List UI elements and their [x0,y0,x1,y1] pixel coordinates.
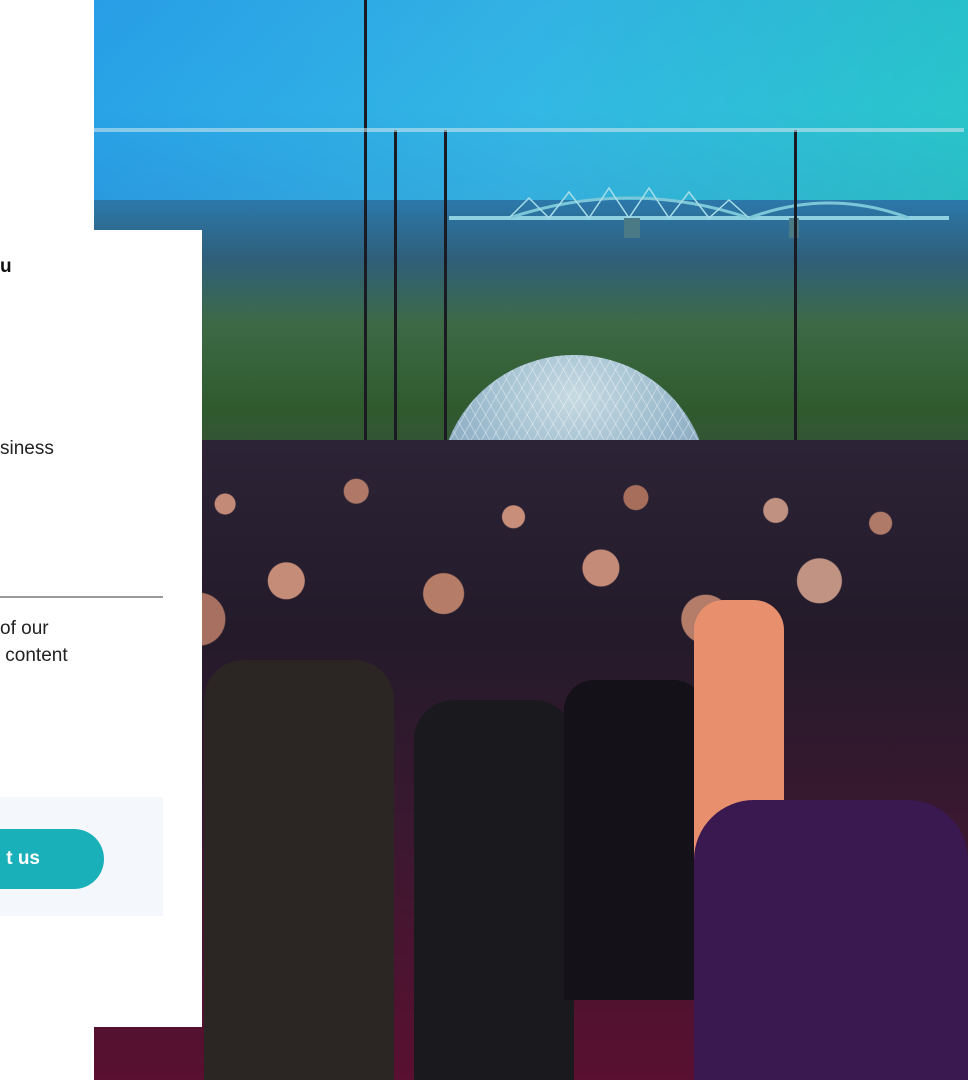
contact-us-button[interactable]: t us [0,829,104,889]
frame-line [794,130,797,470]
body-line: of our [0,618,49,639]
panel-heading: u [0,256,12,277]
sky-glow [94,0,968,200]
frame-line [364,0,367,470]
person [694,800,968,1080]
panel-description: siness [0,438,54,459]
panel-body-text: of our content [0,615,68,669]
bridge-graphic [449,186,949,238]
event-photo [94,0,968,1080]
contact-us-label: t us [6,848,40,869]
person [414,700,574,1080]
person [564,680,704,1000]
panel-divider [0,596,163,598]
frame-line [444,130,447,470]
page-edge [0,0,11,230]
frame-line [394,130,397,470]
person [204,660,394,1080]
frame-line [94,128,964,132]
body-line: content [0,645,68,666]
